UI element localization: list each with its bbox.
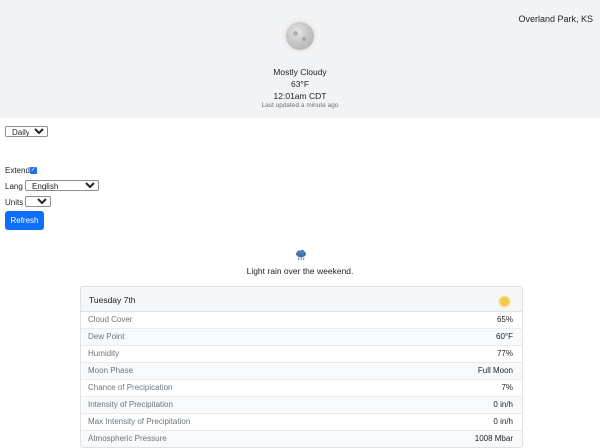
detail-row: Atmospheric Pressure 1008 Mbar — [81, 431, 522, 447]
detail-row: Moon Phase Full Moon — [81, 363, 522, 380]
rain-cloud-icon — [296, 249, 306, 260]
last-updated: Last updated a minute ago — [261, 102, 339, 109]
detail-label: Intensity of Precipitation — [88, 400, 173, 409]
detail-row: Chance of Precipication 7% — [81, 380, 522, 397]
current-conditions-panel: Overland Park, KS Mostly Cloudy 63°F 12:… — [0, 0, 600, 118]
detail-value: Full Moon — [477, 366, 513, 375]
detail-value: 65% — [496, 315, 513, 324]
day-forecast-card: Tuesday 7th Cloud Cover 65% Dew Point 60°F… — [80, 286, 523, 448]
detail-label: Moon Phase — [88, 366, 133, 375]
day-title: Tuesday 7th — [89, 295, 136, 305]
detail-label: Max Intensity of Precipitation — [88, 417, 191, 426]
units-select[interactable]: auto — [25, 196, 52, 207]
moon-cloudy-icon — [286, 22, 314, 50]
detail-row: Max Intensity of Precipitation 0 in/h — [81, 414, 522, 431]
location-label: Overland Park, KS — [518, 14, 593, 24]
detail-row: Humidity 77% — [81, 346, 522, 363]
mode-select[interactable]: Daily — [5, 126, 48, 137]
detail-value: 0 in/h — [493, 400, 513, 409]
detail-value: 7% — [501, 383, 513, 392]
current-temperature: 63°F — [290, 79, 310, 89]
lang-control: Lang English — [5, 180, 100, 191]
detail-label: Cloud Cover — [88, 315, 133, 324]
lang-label: Lang — [5, 182, 23, 191]
sun-icon — [500, 297, 509, 306]
detail-row: Cloud Cover 65% — [81, 312, 522, 329]
detail-row: Intensity of Precipitation 0 in/h — [81, 397, 522, 414]
extend-control: Extend✓ — [5, 166, 37, 175]
detail-value: 77% — [496, 349, 513, 358]
units-control: Units auto — [5, 196, 52, 207]
mode-select-wrapper: Daily — [5, 126, 48, 137]
detail-label: Humidity — [88, 349, 120, 358]
detail-label: Chance of Precipication — [88, 383, 173, 392]
refresh-button[interactable]: Refresh — [5, 211, 44, 230]
day-card-header: Tuesday 7th — [81, 287, 522, 312]
current-condition: Mostly Cloudy — [273, 67, 327, 77]
detail-value: 1008 Mbar — [474, 434, 513, 443]
detail-value: 0 in/h — [493, 417, 513, 426]
units-label: Units — [5, 198, 24, 207]
lang-select[interactable]: English — [25, 180, 100, 191]
day-detail-rows: Cloud Cover 65% Dew Point 60°F Humidity 77%… — [81, 312, 522, 447]
detail-label: Atmospheric Pressure — [88, 434, 167, 443]
detail-row: Dew Point 60°F — [81, 329, 522, 346]
detail-value: 60°F — [496, 332, 513, 341]
current-time: 12:01am CDT — [273, 91, 327, 101]
extend-checkbox[interactable]: ✓ — [29, 167, 37, 175]
forecast-summary: Light rain over the weekend. — [246, 266, 354, 276]
detail-label: Dew Point — [88, 332, 125, 341]
extend-label: Extend — [5, 166, 30, 175]
